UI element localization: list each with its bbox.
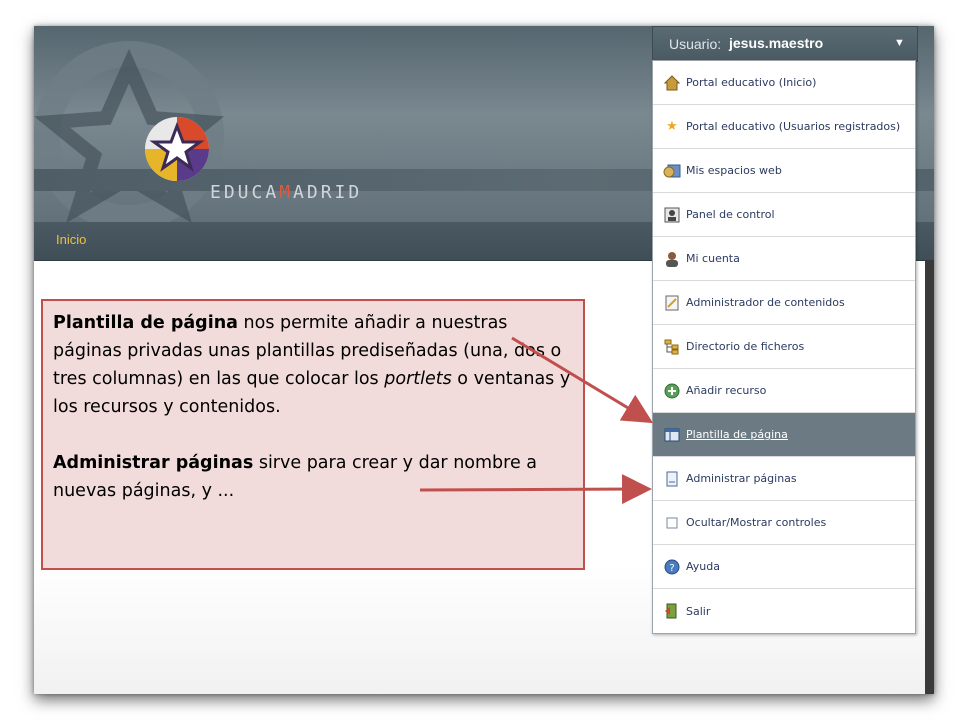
content-admin-icon — [663, 294, 681, 312]
home-icon — [663, 74, 681, 92]
menu-item-anadir-recurso[interactable]: Añadir recurso — [653, 369, 915, 413]
menu-item-administrar-paginas[interactable]: Administrar páginas — [653, 457, 915, 501]
caret-down-icon: ▼ — [894, 37, 905, 49]
menu-item-salir[interactable]: Salir — [653, 589, 915, 633]
scrollbar[interactable] — [925, 261, 934, 694]
username: jesus.maestro — [729, 35, 824, 51]
menu-item-ayuda[interactable]: ? Ayuda — [653, 545, 915, 589]
menu-item-ocultar-mostrar[interactable]: Ocultar/Mostrar controles — [653, 501, 915, 545]
user-dropdown-menu: Portal educativo (Inicio) ★ Portal educa… — [652, 60, 916, 634]
menu-item-portal-inicio[interactable]: Portal educativo (Inicio) — [653, 61, 915, 105]
educamadrid-logo-text: EDUCAMADRID — [210, 182, 363, 203]
exit-icon — [663, 602, 681, 620]
menu-item-directorio-ficheros[interactable]: Directorio de ficheros — [653, 325, 915, 369]
page-template-icon — [663, 426, 681, 444]
pages-icon — [663, 470, 681, 488]
explanation-callout: Plantilla de página nos permite añadir a… — [41, 299, 585, 570]
checkbox-icon — [663, 514, 681, 532]
web-spaces-icon — [663, 162, 681, 180]
menu-item-mi-cuenta[interactable]: Mi cuenta — [653, 237, 915, 281]
help-icon: ? — [663, 558, 681, 576]
star-icon: ★ — [666, 119, 678, 134]
callout-paragraph-plantilla: Plantilla de página nos permite añadir a… — [53, 313, 571, 417]
svg-text:?: ? — [669, 563, 674, 574]
nav-link-inicio[interactable]: Inicio — [56, 232, 86, 247]
user-dropdown-toggle[interactable]: Usuario: jesus.maestro ▼ — [652, 26, 918, 62]
menu-item-panel-control[interactable]: Panel de control — [653, 193, 915, 237]
user-icon — [663, 250, 681, 268]
control-panel-icon — [663, 206, 681, 224]
user-label: Usuario: — [669, 36, 722, 52]
menu-item-portal-registrados[interactable]: ★ Portal educativo (Usuarios registrados… — [653, 105, 915, 149]
menu-item-administrador-contenidos[interactable]: Administrador de contenidos — [653, 281, 915, 325]
folder-tree-icon — [663, 338, 681, 356]
add-icon — [663, 382, 681, 400]
callout-paragraph-administrar: Administrar páginas sirve para crear y d… — [53, 453, 538, 501]
educamadrid-logo-icon — [145, 117, 209, 181]
menu-item-plantilla-pagina[interactable]: Plantilla de página — [653, 413, 915, 457]
menu-item-mis-espacios[interactable]: Mis espacios web — [653, 149, 915, 193]
